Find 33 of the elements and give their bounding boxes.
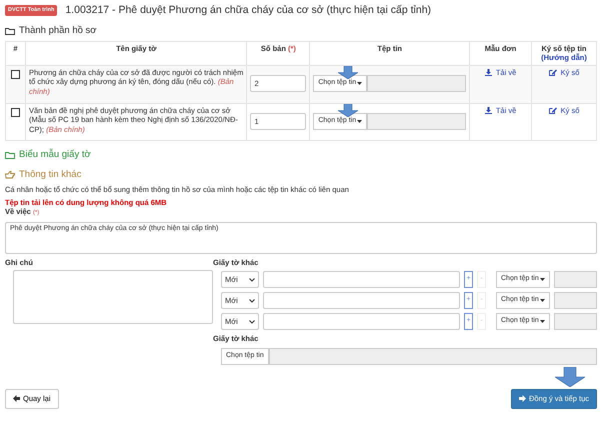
annotation-arrow-icon — [338, 104, 358, 117]
chevron-down-icon — [249, 278, 255, 282]
document-name-field[interactable] — [263, 271, 460, 288]
annotation-arrow-icon — [555, 366, 585, 386]
folder-icon — [5, 150, 15, 159]
annotation-arrow-icon — [338, 66, 358, 79]
download-icon — [484, 68, 492, 76]
page-title: 1.003217 - Phê duyệt Phương án chữa cháy của cơ sở (thực hiện tại cấp tỉnh) — [65, 4, 432, 18]
section-heading: Thành phần hồ sơ — [19, 25, 97, 37]
checkbox[interactable] — [11, 108, 20, 117]
arrow-right-icon — [518, 395, 526, 402]
file-name-field — [554, 313, 597, 330]
checkbox[interactable] — [11, 70, 20, 79]
caret-icon — [540, 278, 545, 282]
chevron-down-icon — [249, 298, 255, 303]
edit-icon — [548, 68, 557, 76]
document-name-field[interactable] — [263, 292, 460, 310]
chevron-down-icon — [249, 320, 255, 324]
caret-icon — [357, 120, 362, 123]
file-name-field — [554, 271, 597, 288]
pointing-hand-icon — [5, 170, 15, 179]
folder-icon — [5, 27, 15, 36]
arrow-left-icon — [13, 395, 20, 402]
forms-link[interactable]: Biểu mẫu giấy tờ — [5, 148, 91, 161]
section-heading: Thông tin khác — [19, 168, 82, 180]
file-name-field — [554, 292, 597, 310]
note-textarea[interactable] — [13, 270, 213, 324]
download-icon — [484, 106, 492, 114]
edit-icon — [548, 106, 557, 114]
document-name-field[interactable] — [263, 313, 460, 330]
caret-icon — [540, 299, 545, 302]
caret-icon — [540, 320, 545, 324]
caret-icon — [357, 82, 362, 85]
